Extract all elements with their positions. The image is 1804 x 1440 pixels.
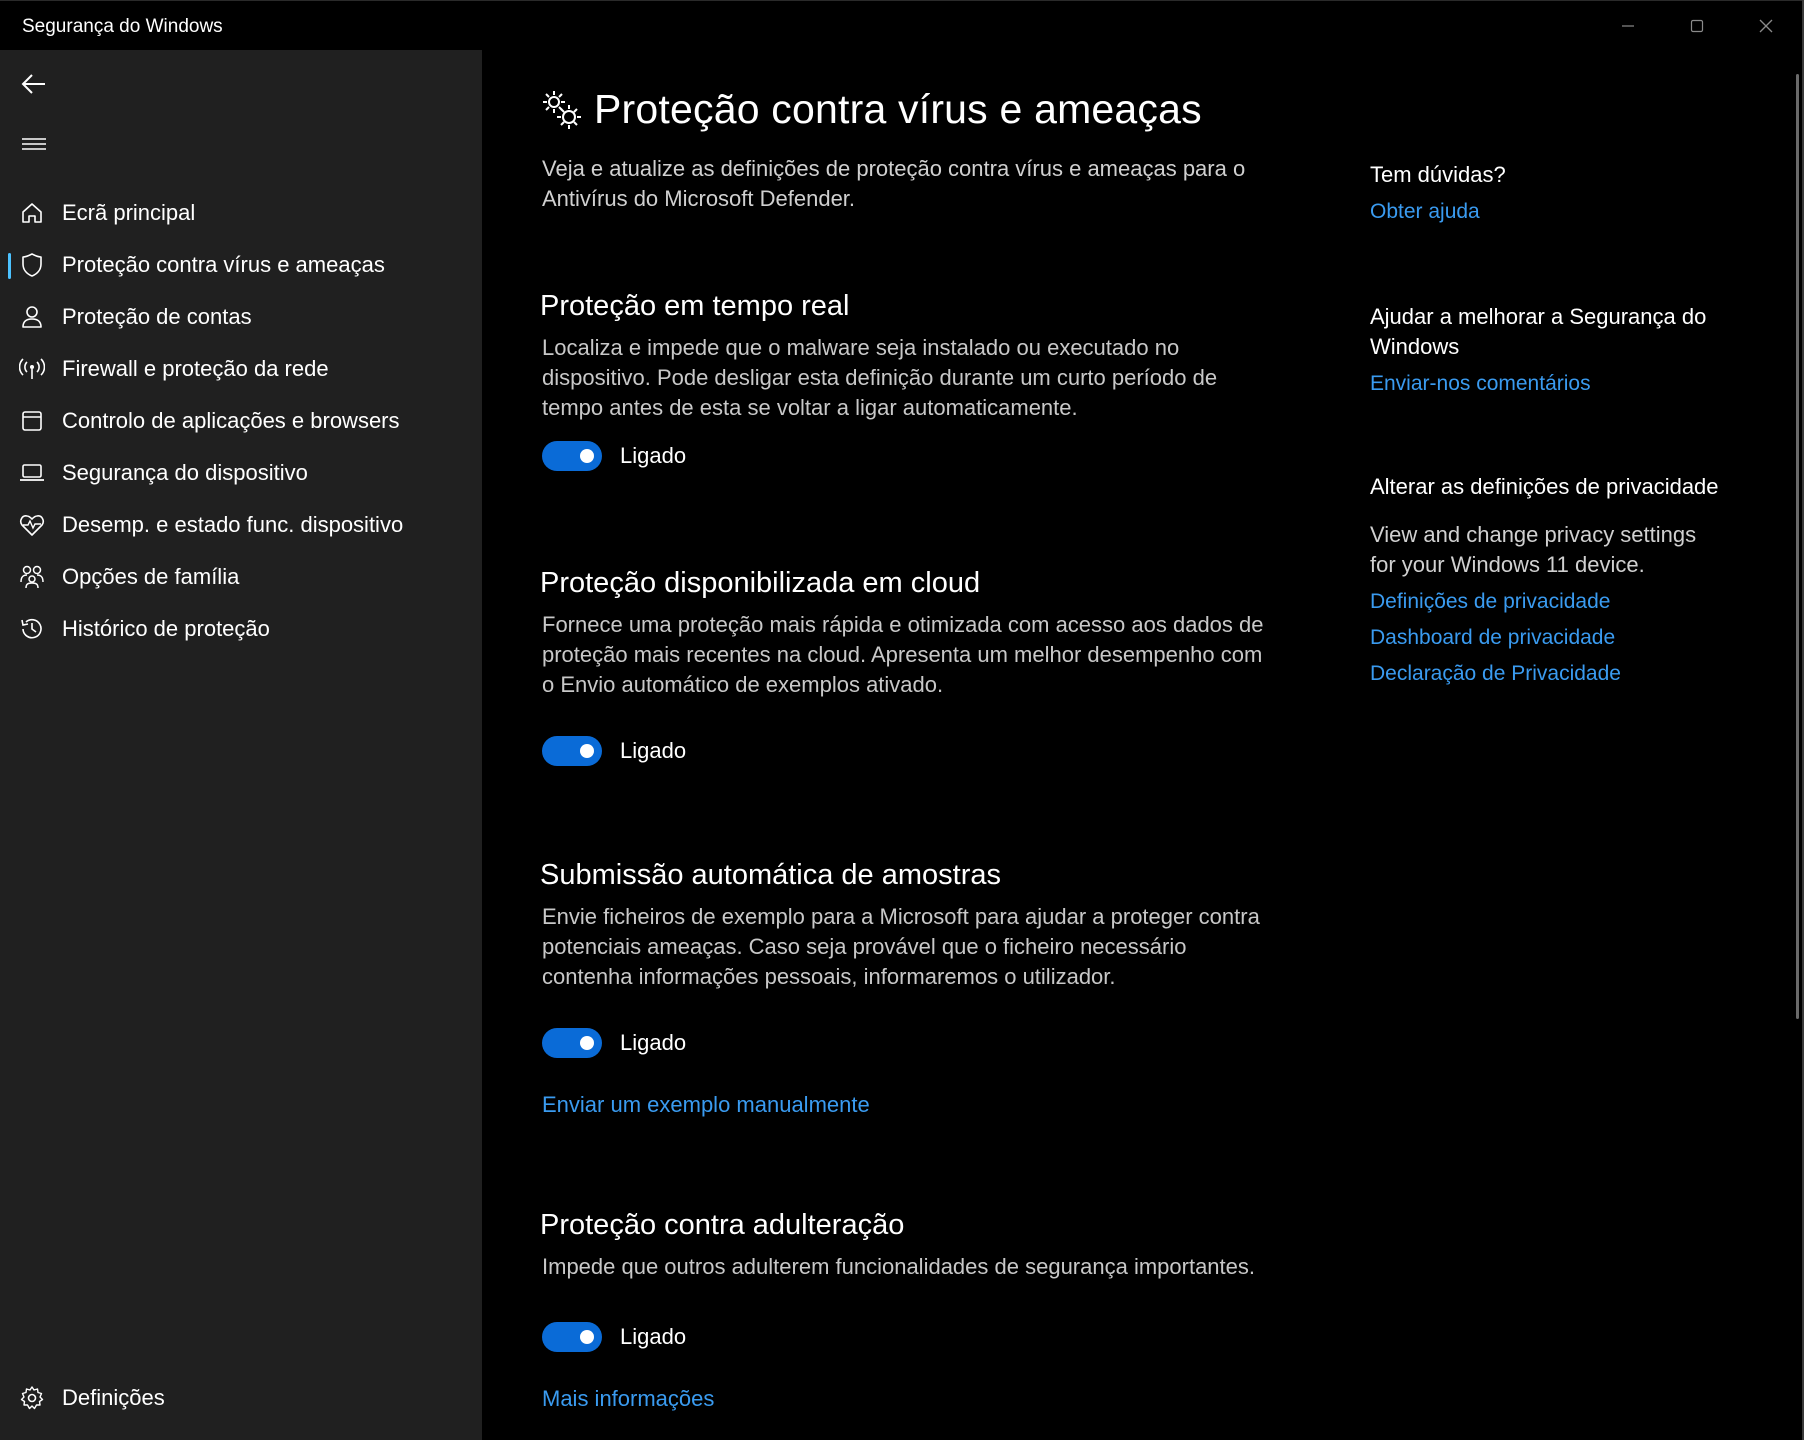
sidebar-item-label: Definições (62, 1385, 165, 1410)
app-window-icon (8, 395, 56, 447)
maximize-button[interactable] (1663, 1, 1731, 51)
window-title: Segurança do Windows (22, 16, 223, 37)
page-title: Proteção contra vírus e ameaças (594, 86, 1202, 132)
sample-submission-toggle[interactable] (542, 1028, 602, 1058)
section-description: Envie ficheiros de exemplo para a Micros… (542, 904, 1260, 989)
section-title: Proteção em tempo real (540, 290, 850, 322)
sidebar-item-account-protection[interactable]: Proteção de contas (8, 291, 474, 343)
toggle-knob (580, 744, 594, 758)
main-content: Proteção contra vírus e ameaças Veja e a… (482, 50, 1792, 1440)
sidebar-item-label: Proteção contra vírus e ameaças (62, 252, 385, 277)
shield-icon (8, 239, 56, 291)
sidebar-item-label: Controlo de aplicações e browsers (62, 408, 400, 433)
history-icon (8, 603, 56, 655)
navigation-sidebar: Ecrã principal Proteção contra vírus e a… (0, 50, 482, 1440)
page-header: Proteção contra vírus e ameaças (540, 86, 1202, 133)
minimize-button[interactable] (1594, 1, 1662, 51)
sidebar-item-device-performance[interactable]: Desemp. e estado func. dispositivo (8, 499, 474, 551)
virus-gears-icon (543, 90, 581, 129)
cloud-protection-section: Proteção disponibilizada em cloud Fornec… (540, 567, 1280, 766)
toggle-knob (580, 1036, 594, 1050)
privacy-description: View and change privacy settings for you… (1370, 522, 1697, 577)
heart-pulse-icon (8, 499, 56, 551)
gear-icon (8, 1372, 56, 1424)
toggle-label: Ligado (620, 1324, 687, 1349)
wireless-icon (8, 343, 56, 395)
send-feedback-link[interactable]: Enviar-nos comentários (1370, 372, 1740, 396)
section-title: Submissão automática de amostras (540, 859, 1001, 891)
vertical-scrollbar[interactable] (1796, 74, 1799, 1019)
windows-security-window: Segurança do Windows Ecrã principal Prot… (0, 0, 1804, 1440)
person-icon (8, 291, 56, 343)
toggle-label: Ligado (620, 1030, 687, 1055)
cloud-protection-toggle[interactable] (542, 736, 602, 766)
section-title: Proteção contra adulteração (540, 1209, 905, 1241)
laptop-icon (8, 447, 56, 499)
sidebar-item-label: Histórico de proteção (62, 616, 270, 641)
privacy-settings-link[interactable]: Definições de privacidade (1370, 590, 1750, 614)
privacy-dashboard-link[interactable]: Dashboard de privacidade (1370, 626, 1750, 650)
family-icon (8, 551, 56, 603)
feedback-heading: Ajudar a melhorar a Segurança do Windows (1370, 304, 1707, 359)
sidebar-item-label: Ecrã principal (62, 200, 196, 225)
maximize-icon (1690, 19, 1704, 33)
section-title: Proteção disponibilizada em cloud (540, 567, 981, 599)
tamper-protection-section: Proteção contra adulteração Impede que o… (540, 1209, 1280, 1412)
sidebar-item-label: Proteção de contas (62, 304, 252, 329)
sidebar-item-label: Segurança do dispositivo (62, 460, 308, 485)
page-description: Veja e atualize as definições de proteçã… (542, 156, 1246, 211)
realtime-protection-toggle[interactable] (542, 441, 602, 471)
close-icon (1759, 19, 1773, 33)
toggle-row: Ligado (542, 441, 1280, 471)
sidebar-item-device-security[interactable]: Segurança do dispositivo (8, 447, 474, 499)
back-arrow-icon (21, 74, 45, 94)
hamburger-menu-icon (22, 138, 46, 150)
realtime-protection-section: Proteção em tempo real Localiza e impede… (540, 290, 1280, 471)
home-icon (8, 187, 56, 239)
sidebar-item-label: Opções de família (62, 564, 240, 589)
more-info-link[interactable]: Mais informações (542, 1386, 714, 1411)
title-bar: Segurança do Windows (0, 0, 1804, 51)
privacy-heading: Alterar as definições de privacidade (1370, 474, 1719, 499)
sidebar-item-virus-protection[interactable]: Proteção contra vírus e ameaças (8, 239, 474, 291)
submit-sample-manually-link[interactable]: Enviar um exemplo manualmente (542, 1092, 870, 1117)
toggle-label: Ligado (620, 443, 687, 468)
privacy-statement-link[interactable]: Declaração de Privacidade (1370, 662, 1750, 686)
toggle-knob (580, 449, 594, 463)
get-help-link[interactable]: Obter ajuda (1370, 200, 1506, 224)
close-button[interactable] (1732, 1, 1800, 51)
toggle-row: Ligado (542, 1028, 1280, 1058)
sidebar-item-label: Desemp. e estado func. dispositivo (62, 512, 404, 537)
toggle-knob (580, 1330, 594, 1344)
help-heading: Tem dúvidas? (1370, 162, 1506, 187)
section-description: Localiza e impede que o malware seja ins… (542, 335, 1218, 420)
toggle-row: Ligado (542, 1322, 1280, 1352)
sidebar-item-protection-history[interactable]: Histórico de proteção (8, 603, 474, 655)
toggle-label: Ligado (620, 738, 687, 763)
menu-button[interactable] (14, 124, 54, 164)
section-description: Impede que outros adulterem funcionalida… (542, 1254, 1256, 1279)
tamper-protection-toggle[interactable] (542, 1322, 602, 1352)
sidebar-item-settings[interactable]: Definições (8, 1372, 474, 1424)
sidebar-item-home[interactable]: Ecrã principal (8, 187, 474, 239)
back-button[interactable] (14, 64, 54, 104)
toggle-row: Ligado (542, 736, 1280, 766)
section-description: Fornece uma proteção mais rápida e otimi… (542, 612, 1264, 697)
sample-submission-section: Submissão automática de amostras Envie f… (540, 859, 1280, 1118)
sidebar-item-firewall[interactable]: Firewall e proteção da rede (8, 343, 474, 395)
sidebar-item-label: Firewall e proteção da rede (62, 356, 329, 381)
minimize-icon (1622, 25, 1634, 27)
sidebar-item-family-options[interactable]: Opções de família (8, 551, 474, 603)
sidebar-item-app-browser-control[interactable]: Controlo de aplicações e browsers (8, 395, 474, 447)
